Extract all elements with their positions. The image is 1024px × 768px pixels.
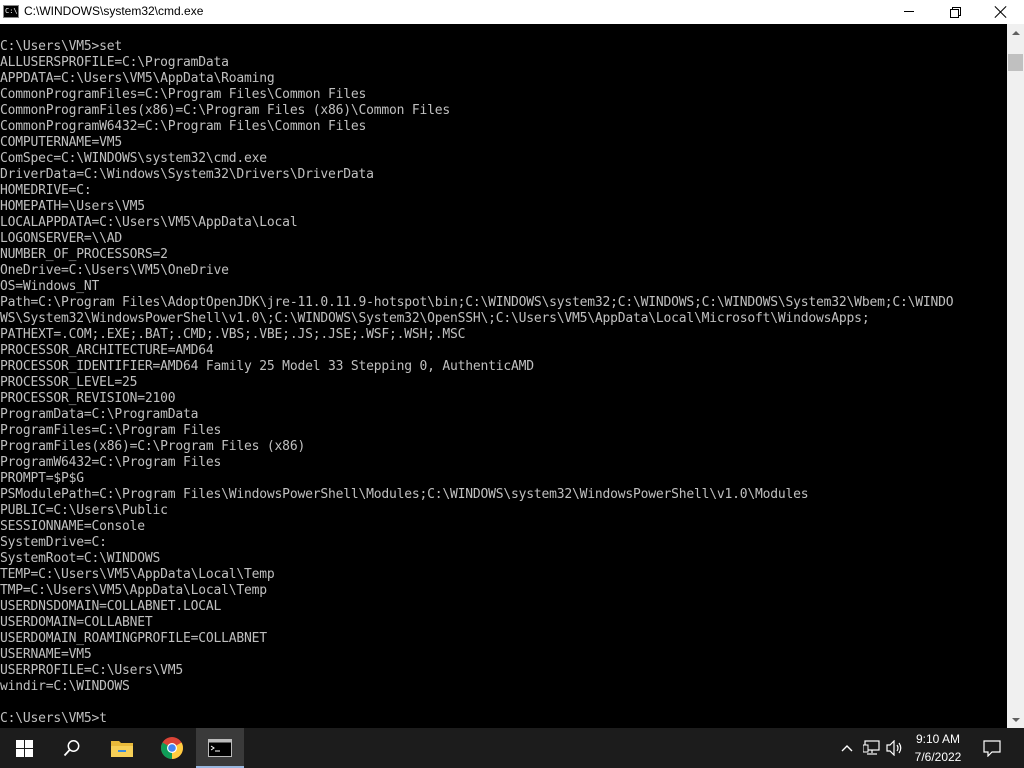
- taskbar-clock[interactable]: 9:10 AM 7/6/2022: [906, 728, 970, 768]
- start-button[interactable]: [0, 728, 48, 768]
- vertical-scrollbar[interactable]: [1007, 24, 1024, 728]
- console-area[interactable]: C:\Users\VM5>set ALLUSERSPROFILE=C:\Prog…: [0, 24, 1007, 728]
- volume-tray-button[interactable]: [884, 728, 906, 768]
- scroll-thumb[interactable]: [1008, 54, 1023, 71]
- cmd-icon-text: C:\: [5, 7, 18, 15]
- clock-date: 7/6/2022: [914, 750, 962, 764]
- chevron-up-icon: [841, 745, 853, 752]
- taskbar: 9:10 AM 7/6/2022: [0, 728, 1024, 768]
- folder-icon: [111, 741, 133, 757]
- network-tray-button[interactable]: [860, 728, 884, 768]
- windows-logo-icon: [15, 739, 33, 757]
- clock-time: 9:10 AM: [915, 732, 961, 746]
- show-hidden-icons-button[interactable]: [838, 728, 856, 768]
- scroll-up-button[interactable]: [1007, 24, 1024, 41]
- close-icon: [995, 6, 1007, 18]
- arrow-down-icon: [1011, 717, 1020, 722]
- scroll-down-button[interactable]: [1007, 711, 1024, 728]
- close-button[interactable]: [978, 0, 1024, 24]
- search-icon: [63, 740, 80, 757]
- terminal-icon: [208, 739, 232, 757]
- restore-icon: [950, 7, 961, 18]
- minimize-icon: [904, 10, 914, 12]
- restore-button[interactable]: [932, 0, 978, 24]
- taskbar-cmd[interactable]: [196, 728, 244, 768]
- notification-icon: [983, 740, 1001, 757]
- action-center-button[interactable]: [976, 728, 1008, 768]
- volume-icon: [886, 740, 902, 756]
- console-output: C:\Users\VM5>set ALLUSERSPROFILE=C:\Prog…: [0, 39, 954, 726]
- title-bar[interactable]: C:\ C:\WINDOWS\system32\cmd.exe: [0, 0, 1024, 24]
- arrow-up-icon: [1011, 30, 1020, 35]
- chrome-icon: [161, 737, 183, 759]
- search-button[interactable]: [48, 728, 96, 768]
- network-icon: [863, 740, 880, 755]
- taskbar-chrome[interactable]: [148, 728, 196, 768]
- window-title: C:\WINDOWS\system32\cmd.exe: [24, 4, 204, 18]
- taskbar-file-explorer[interactable]: [98, 728, 146, 768]
- minimize-button[interactable]: [886, 0, 932, 24]
- cmd-icon[interactable]: C:\: [3, 5, 19, 18]
